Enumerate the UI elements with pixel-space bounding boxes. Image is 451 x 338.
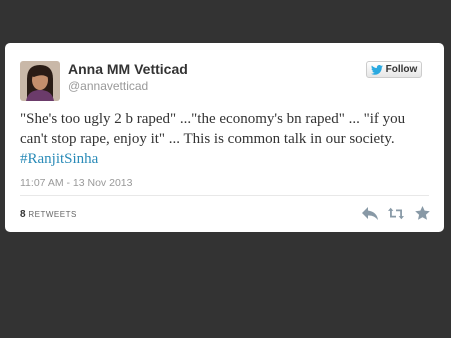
tweet-card: Anna MM Vetticad @annavetticad Follow "S… (5, 43, 444, 232)
favorite-star-icon (414, 206, 430, 220)
follow-button[interactable]: Follow (366, 61, 422, 78)
retweet-icon (388, 207, 404, 219)
retweet-count: 8 (20, 209, 26, 220)
avatar-image (20, 61, 60, 101)
reply-icon (362, 206, 378, 220)
retweet-button[interactable] (388, 206, 404, 220)
reply-button[interactable] (362, 206, 378, 220)
follow-label: Follow (385, 64, 418, 75)
author-name[interactable]: Anna MM Vetticad (68, 61, 188, 77)
tweet-timestamp[interactable]: 11:07 AM - 13 Nov 2013 (20, 177, 132, 189)
tweet-text: "She's too ugly 2 b raped" ..."the econo… (20, 109, 430, 169)
hashtag-link[interactable]: #RanjitSinha (20, 151, 98, 167)
tweet-body: "She's too ugly 2 b raped" ..."the econo… (20, 111, 406, 147)
retweet-label: RETWEETS (28, 210, 77, 219)
tweet-actions (362, 206, 430, 220)
twitter-bird-icon (370, 64, 383, 75)
divider (20, 195, 429, 196)
avatar[interactable] (20, 61, 60, 101)
author-handle[interactable]: @annavetticad (68, 79, 148, 93)
retweet-stats[interactable]: 8 RETWEETS (20, 209, 77, 220)
favorite-button[interactable] (414, 206, 430, 220)
